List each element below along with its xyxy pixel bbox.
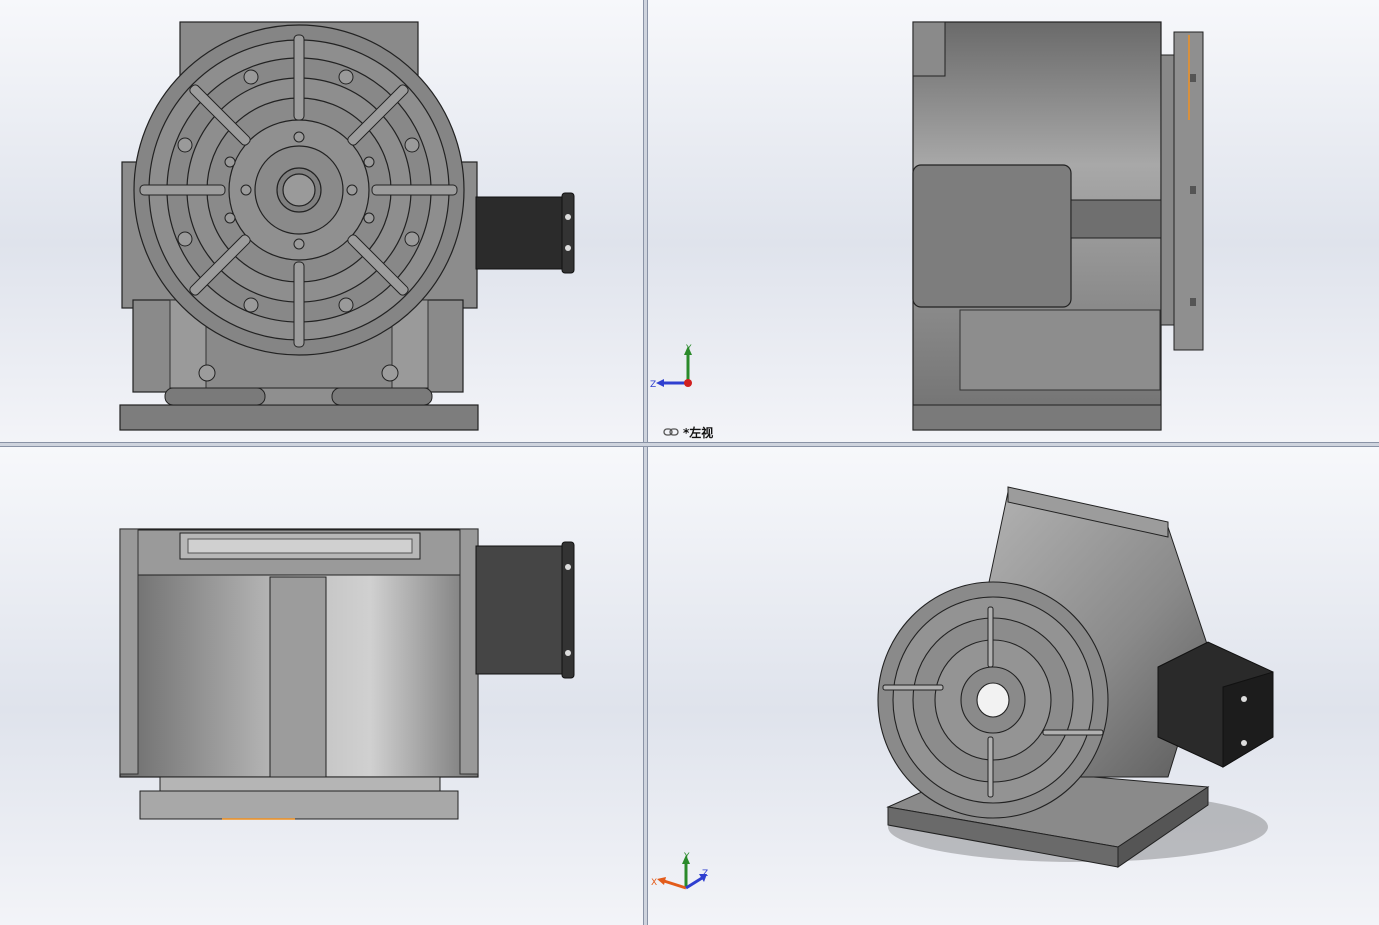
viewport-left[interactable]: Y Z *左视 [648, 0, 1379, 442]
isometric-view-model[interactable] [648, 447, 1379, 925]
view-name-label[interactable]: *左视 [663, 424, 713, 440]
viewport-splitter-vertical[interactable] [643, 0, 648, 925]
viewport-isometric[interactable]: Y X Z [648, 447, 1379, 925]
viewport-top[interactable] [0, 447, 643, 925]
left-view-model[interactable] [648, 0, 1379, 442]
triad-x-label: X [651, 878, 657, 888]
top-view-model[interactable] [0, 447, 643, 925]
link-icon [663, 428, 679, 436]
triad-z-label: Z [702, 869, 708, 879]
view-name-text: *左视 [683, 425, 714, 440]
axis-triad-iso-view: Y X Z [651, 852, 708, 890]
viewport-splitter-horizontal[interactable] [0, 442, 1379, 447]
triad-y-label: Y [685, 344, 692, 354]
triad-y-label: Y [683, 852, 690, 862]
triad-z-label: Z [650, 380, 656, 390]
front-view-model[interactable] [0, 0, 643, 442]
axis-triad-left-view: Y Z [650, 344, 692, 390]
viewport-front[interactable] [0, 0, 643, 442]
